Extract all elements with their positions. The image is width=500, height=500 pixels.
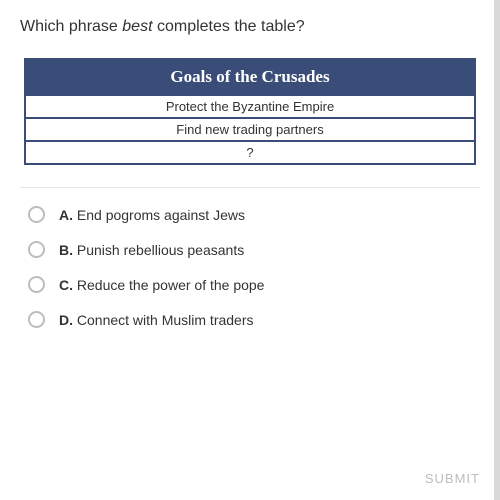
radio-icon[interactable] <box>28 276 45 293</box>
choice-d[interactable]: D. Connect with Muslim traders <box>28 311 480 328</box>
radio-icon[interactable] <box>28 241 45 258</box>
table-row: ? <box>26 140 474 163</box>
choice-label: A. End pogroms against Jews <box>59 207 245 223</box>
goals-table: Goals of the Crusades Protect the Byzant… <box>24 58 476 165</box>
scrollbar-track[interactable] <box>494 0 500 500</box>
table-title: Goals of the Crusades <box>26 60 474 94</box>
choice-label: B. Punish rebellious peasants <box>59 242 244 258</box>
choice-b[interactable]: B. Punish rebellious peasants <box>28 241 480 258</box>
radio-icon[interactable] <box>28 311 45 328</box>
choice-text: End pogroms against Jews <box>77 207 245 223</box>
choice-letter: B. <box>59 242 73 258</box>
question-text: Which phrase best completes the table? <box>20 18 480 36</box>
table-row: Find new trading partners <box>26 117 474 140</box>
choice-text: Connect with Muslim traders <box>77 312 254 328</box>
answer-choices: A. End pogroms against Jews B. Punish re… <box>20 206 480 328</box>
question-post: completes the table? <box>153 18 305 35</box>
choice-label: C. Reduce the power of the pope <box>59 277 264 293</box>
submit-button[interactable]: SUBMIT <box>425 471 480 486</box>
choice-text: Punish rebellious peasants <box>77 242 244 258</box>
choice-c[interactable]: C. Reduce the power of the pope <box>28 276 480 293</box>
choice-letter: D. <box>59 312 73 328</box>
table-row: Protect the Byzantine Empire <box>26 94 474 117</box>
radio-icon[interactable] <box>28 206 45 223</box>
question-pre: Which phrase <box>20 18 122 35</box>
choice-letter: A. <box>59 207 73 223</box>
choice-label: D. Connect with Muslim traders <box>59 312 254 328</box>
choice-text: Reduce the power of the pope <box>77 277 265 293</box>
question-emph: best <box>122 18 152 35</box>
choice-letter: C. <box>59 277 73 293</box>
choice-a[interactable]: A. End pogroms against Jews <box>28 206 480 223</box>
divider <box>20 187 480 188</box>
